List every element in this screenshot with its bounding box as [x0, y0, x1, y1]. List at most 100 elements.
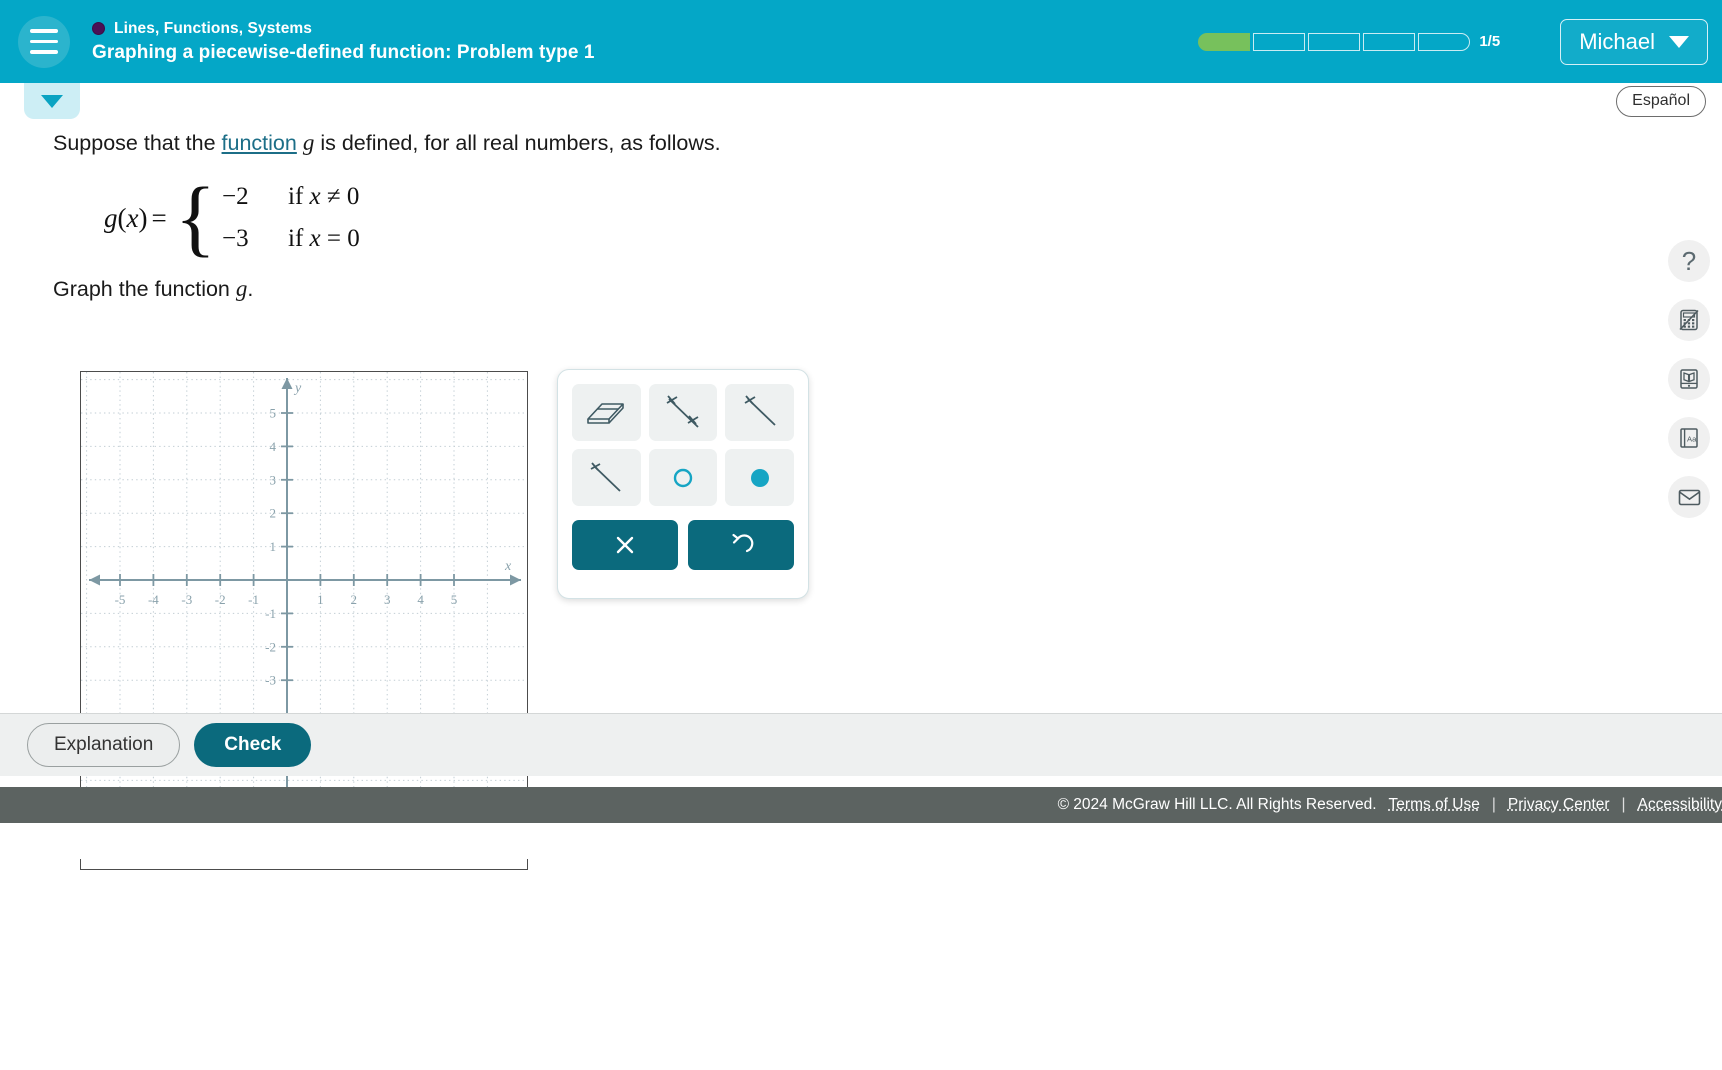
ray-tool[interactable] [725, 384, 794, 441]
open-book-icon [1680, 369, 1698, 389]
equation-cases: −2 if x ≠ 0 −3 if x = 0 [222, 183, 360, 253]
question-mark-icon: ? [1681, 245, 1697, 276]
calculator-disabled-icon [1679, 309, 1699, 331]
case-if: if [288, 183, 310, 210]
graph-instruction-period: . [247, 277, 254, 301]
explanation-button[interactable]: Explanation [27, 723, 181, 767]
eraser-tool[interactable] [572, 384, 641, 441]
case-row: −3 if x = 0 [222, 225, 360, 253]
svg-text:-3: -3 [265, 673, 276, 688]
svg-text:1: 1 [270, 539, 277, 554]
user-name: Michael [1579, 28, 1655, 54]
topic-row: Lines, Functions, Systems [92, 20, 595, 38]
case-cond-var: x [309, 225, 321, 252]
dictionary-aa-icon: Aa [1680, 428, 1698, 448]
copyright-text: © 2024 McGraw Hill LLC. All Rights Reser… [1057, 796, 1377, 813]
case-if: if [288, 225, 310, 252]
equation-variable: x [126, 202, 139, 233]
progress-track [1198, 32, 1471, 51]
hamburger-bar [30, 29, 58, 33]
svg-text:2: 2 [270, 506, 277, 521]
hamburger-icon[interactable] [18, 15, 70, 68]
filled-circle-icon [750, 468, 769, 487]
svg-text:2: 2 [351, 592, 358, 607]
topic-label: Lines, Functions, Systems [114, 19, 313, 37]
language-toggle-button[interactable]: Español [1616, 86, 1706, 117]
graphing-tool-palette [557, 369, 809, 599]
message-button[interactable] [1668, 476, 1710, 518]
prompt-text-before: Suppose that the [53, 131, 222, 155]
graph-bottom-edge [80, 859, 528, 870]
open-point-tool[interactable] [648, 449, 718, 506]
function-link[interactable]: function [222, 131, 297, 155]
accessibility-link[interactable]: Accessibility [1638, 796, 1722, 814]
svg-text:-2: -2 [265, 639, 276, 654]
case-cond-rest: ≠ 0 [320, 183, 360, 210]
segment-tool[interactable] [572, 449, 641, 506]
svg-text:-3: -3 [181, 592, 192, 607]
svg-text:5: 5 [451, 592, 458, 607]
clear-button[interactable] [572, 520, 678, 570]
reference-button[interactable] [1668, 358, 1710, 400]
footer-separator: | [1621, 796, 1626, 813]
user-menu-button[interactable]: Michael [1560, 18, 1708, 65]
palette-actions [572, 520, 794, 570]
case-condition: if x = 0 [288, 225, 360, 253]
eraser-icon [587, 402, 625, 424]
y-axis-label: y [293, 381, 302, 396]
closed-point-tool[interactable] [725, 449, 794, 506]
svg-text:4: 4 [417, 592, 424, 607]
problem-prompt: Suppose that the function g is defined, … [53, 130, 721, 156]
undo-button[interactable] [688, 520, 794, 570]
dictionary-button[interactable]: Aa [1668, 417, 1710, 459]
x-axis-label: x [504, 559, 512, 574]
svg-text:1: 1 [317, 592, 324, 607]
topic-dot-icon [92, 22, 105, 35]
equation-function-name: g [104, 202, 118, 233]
svg-text:-1: -1 [248, 592, 259, 607]
tool-grid [572, 384, 794, 506]
left-brace: { [174, 169, 216, 266]
help-button[interactable]: ? [1668, 240, 1710, 282]
check-button[interactable]: Check [194, 723, 312, 767]
case-row: −2 if x ≠ 0 [222, 183, 360, 211]
svg-text:-4: -4 [148, 592, 159, 607]
chevron-down-icon [1669, 35, 1689, 48]
calculator-button[interactable] [1668, 299, 1710, 341]
line-tool[interactable] [648, 384, 718, 441]
graph-instruction-text: Graph the function [53, 277, 236, 301]
case-cond-rest: = 0 [320, 225, 360, 252]
header-right: 1/5 Michael [1198, 18, 1722, 65]
svg-text:-5: -5 [115, 592, 126, 607]
svg-text:Aa: Aa [1687, 434, 1697, 443]
case-cond-var: x [309, 183, 321, 210]
header-titles: Lines, Functions, Systems Graphing a pie… [92, 20, 595, 64]
progress-count: 1/5 [1479, 33, 1501, 50]
prompt-variable: g [302, 130, 315, 155]
piecewise-equation: g(x) = { −2 if x ≠ 0 −3 if x = 0 [104, 169, 360, 266]
graph-instruction: Graph the function g. [53, 276, 253, 302]
svg-text:3: 3 [384, 592, 391, 607]
privacy-center-link[interactable]: Privacy Center [1508, 796, 1610, 814]
collapse-panel-button[interactable] [24, 83, 80, 119]
page-title: Graphing a piecewise-defined function: P… [92, 41, 595, 63]
open-circle-icon [673, 468, 693, 487]
graph-instruction-variable: g [235, 276, 248, 301]
equation-lhs: g(x) = [104, 202, 167, 233]
terms-of-use-link[interactable]: Terms of Use [1389, 796, 1480, 814]
chevron-down-icon [41, 94, 63, 108]
hamburger-bar [30, 50, 58, 54]
progress-segment [1308, 32, 1361, 51]
progress-segment [1363, 32, 1416, 51]
undo-arrow-icon [732, 533, 754, 553]
action-bar: Explanation Check [0, 713, 1722, 776]
progress-segment [1198, 32, 1251, 51]
hamburger-bar [30, 39, 58, 44]
footer-separator: | [1491, 796, 1496, 813]
progress-segment [1253, 32, 1306, 51]
footer: © 2024 McGraw Hill LLC. All Rights Reser… [0, 787, 1722, 823]
svg-text:4: 4 [270, 439, 277, 454]
prompt-text-after: is defined, for all real numbers, as fol… [314, 131, 721, 155]
svg-text:3: 3 [270, 472, 277, 487]
line-two-endpoints-icon [666, 394, 699, 428]
